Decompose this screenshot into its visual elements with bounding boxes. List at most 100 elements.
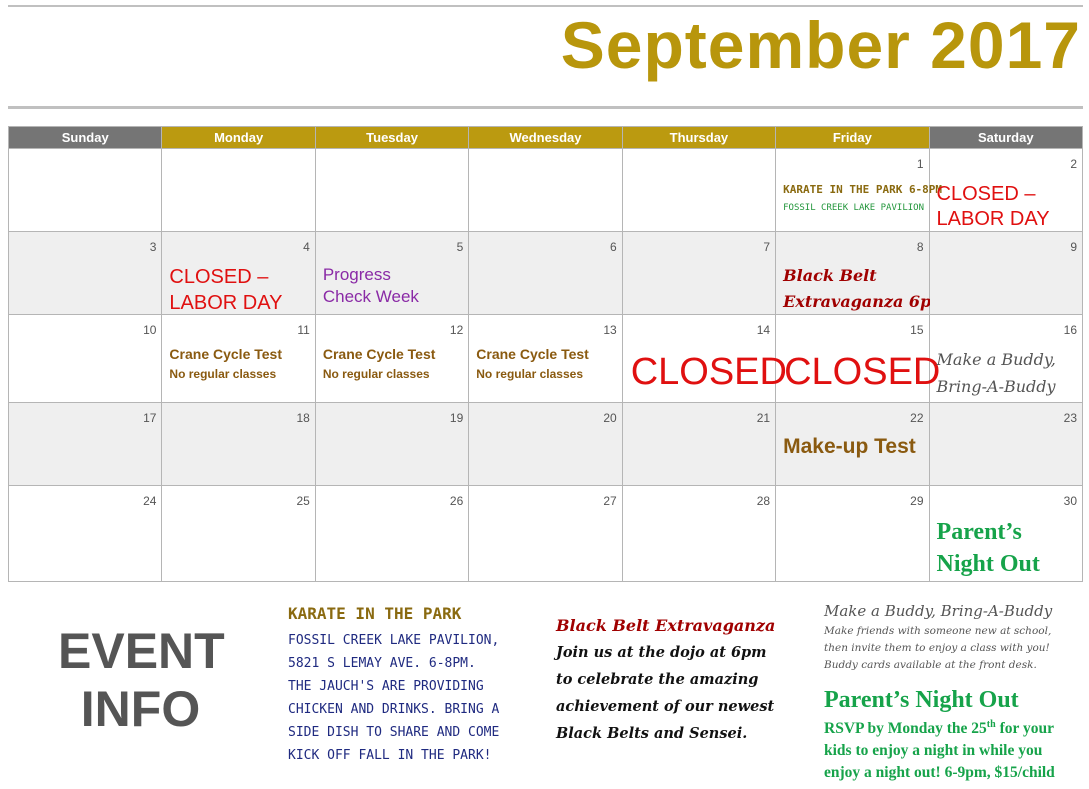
week-row: 3 4 CLOSED – LABOR DAY 5 Progress Check Week 6 7… [7,230,1084,316]
buddy-line: Buddy cards available at the front desk. [824,659,1037,671]
day-cell[interactable] [468,148,623,232]
day-number: 11 [297,323,310,338]
karate-line: FOSSIL CREEK LAKE PAVILION, [288,633,500,648]
calendar-grid: Sunday Monday Tuesday Wednesday Thursday Frid… [7,126,1084,582]
parents-line-2: kids to enjoy a night in while you [824,742,1043,760]
day-cell[interactable]: 11 Crane Cycle Test No regular classes [161,314,316,403]
day-cell[interactable]: 25 [161,485,316,582]
weekday-wednesday: Wednesday [468,126,623,149]
day-number: 8 [916,239,924,254]
day-event: LABOR DAY [169,291,283,314]
day-cell[interactable]: 22 Make-up Test [775,401,930,487]
day-number: 9 [1070,239,1077,254]
day-number: 29 [910,494,924,509]
day-cell[interactable]: 14 CLOSED [621,314,787,403]
day-cell[interactable]: 26 [314,485,470,582]
day-number: 26 [449,494,464,509]
weekday-friday: Friday [775,126,930,149]
parents-line-1-sup: th [986,719,996,730]
karate-line: SIDE DISH TO SHARE AND COME [288,725,500,740]
day-event: CLOSED – [936,183,1036,205]
week-row: 24 25 26 27 28 29 30 Parent’s Night Out [7,485,1084,582]
day-cell[interactable]: 27 [468,485,623,582]
day-cell[interactable] [7,148,163,232]
day-number: 13 [603,323,617,338]
day-event: Make-up Test [783,434,916,458]
karate-line: 5821 S LEMAY AVE. 6-8PM. [288,656,476,671]
day-number: 19 [449,410,464,425]
buddy-line: Make friends with someone new at school, [824,625,1052,637]
day-cell[interactable]: 2 CLOSED – LABOR DAY [928,148,1084,232]
black-belt-body: Join us at the dojo at 6pm to celebrate … [556,639,816,747]
parents-line-1: RSVP by Monday the 25th for your [824,714,1086,740]
day-cell[interactable]: 3 [7,230,163,316]
day-cell[interactable]: 7 [621,230,777,316]
day-event: Black Belt [783,265,877,285]
day-cell[interactable]: 20 [468,401,623,487]
karate-line: THE JAUCH'S ARE PROVIDING [288,679,484,694]
event-info-line2: INFO [80,681,201,737]
day-cell[interactable]: 9 [928,230,1084,316]
day-number: 12 [449,323,464,338]
day-event: Crane Cycle Test [322,346,436,363]
parents-line-3: enjoy a night out! 6-9pm, $15/child [824,764,1055,782]
day-event: Crane Cycle Test [169,346,282,363]
day-number: 10 [143,323,157,338]
day-cell[interactable]: 13 Crane Cycle Test No regular classes [468,314,623,403]
day-event: No regular classes [322,367,430,382]
day-event: Night Out [936,551,1040,578]
karate-line: KICK OFF FALL IN THE PARK! [288,748,492,763]
day-number: 20 [603,410,617,425]
day-cell[interactable]: 16 Make a Buddy, Bring-A-Buddy [928,314,1084,403]
event-info-line1: EVENT [58,623,225,679]
day-event: No regular classes [169,367,277,382]
day-cell[interactable]: 5 Progress Check Week [314,230,470,316]
day-cell[interactable]: 18 [161,401,316,487]
day-number: 18 [296,410,310,425]
day-cell[interactable]: 12 Crane Cycle Test No regular classes [314,314,470,403]
karate-in-the-park-info: KARATE IN THE PARK FOSSIL CREEK LAKE PAV… [288,604,538,767]
day-cell[interactable]: 6 [468,230,623,316]
day-cell[interactable]: 30 Parent’s Night Out [928,485,1084,582]
week-row: 17 18 19 20 21 22 Make-up Test 23 [7,401,1084,487]
day-event: Make a Buddy, [936,350,1056,370]
day-cell[interactable]: 23 [928,401,1084,487]
top-rule [8,5,1083,7]
day-number: 15 [910,323,924,338]
day-event: Bring-A-Buddy [936,377,1056,397]
day-cell[interactable]: 19 [314,401,470,487]
weekday-header-row: Sunday Monday Tuesday Wednesday Thursday Frid… [7,126,1084,149]
week-row: 10 11 Crane Cycle Test No regular classes 12… [7,314,1084,403]
day-number: 14 [756,323,771,338]
day-cell[interactable] [621,148,777,232]
week-row: 1 KARATE IN THE PARK 6-8PM FOSSIL CREEK LA… [7,148,1084,232]
day-cell[interactable]: 4 CLOSED – LABOR DAY [161,230,316,316]
day-number: 6 [610,239,617,254]
day-event: Parent’s [936,519,1022,546]
black-belt-line: to celebrate the amazing [556,671,759,688]
day-number: 7 [763,239,771,254]
day-cell[interactable]: 21 [621,401,777,487]
day-cell[interactable] [314,148,470,232]
black-belt-heading: Black Belt Extravaganza [556,616,776,635]
day-cell[interactable]: 28 [621,485,777,582]
karate-body: FOSSIL CREEK LAKE PAVILION, 5821 S LEMAY… [288,629,538,767]
day-cell[interactable]: 10 [7,314,163,403]
parents-night-out-info: Parent’s Night Out RSVP by Monday the 25… [824,686,1086,784]
day-event: FOSSIL CREEK LAKE PAVILION [783,203,924,213]
day-event: LABOR DAY [936,208,1050,230]
day-cell[interactable]: 17 [7,401,163,487]
day-cell[interactable] [161,148,316,232]
day-number: 22 [910,410,924,425]
day-cell[interactable]: 1 KARATE IN THE PARK 6-8PM FOSSIL CREEK LA… [775,148,942,232]
day-event: CLOSED [630,351,787,394]
day-cell[interactable]: 29 [775,485,930,582]
day-event: Progress [322,264,391,284]
day-cell[interactable]: 24 [7,485,163,582]
calendar-body: 1 KARATE IN THE PARK 6-8PM FOSSIL CREEK LA… [7,148,1084,582]
karate-heading: KARATE IN THE PARK [288,604,462,623]
day-number: 16 [1063,323,1077,338]
day-cell[interactable]: 8 Black Belt Extravaganza 6pm [775,230,948,316]
day-number: 1 [916,157,924,171]
day-cell[interactable]: 15 CLOSED [775,314,940,403]
